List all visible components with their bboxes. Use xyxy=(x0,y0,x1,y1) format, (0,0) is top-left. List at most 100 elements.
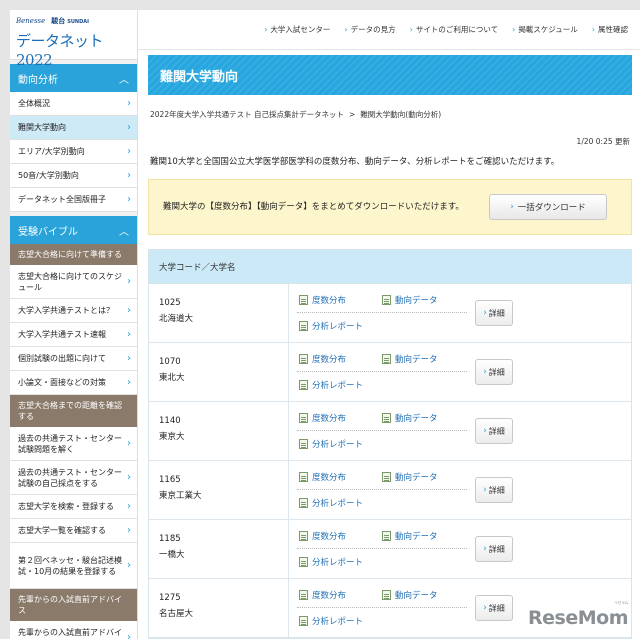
trend-data-link[interactable]: 動向データ xyxy=(382,589,438,601)
sidebar-item-booklet[interactable]: データネット全国版冊子 › xyxy=(10,188,137,212)
chevron-right-icon: › xyxy=(127,329,131,340)
distribution-link[interactable]: 度数分布 xyxy=(299,471,346,483)
chevron-right-icon: › xyxy=(127,377,131,388)
analysis-report-link[interactable]: 分析レポート xyxy=(299,379,363,391)
sidebar-item-top-universities[interactable]: 難関大学動向 › xyxy=(10,116,137,140)
document-icon xyxy=(299,413,308,423)
table-row: 1140 東京大 度数分布 動向データ 分析レポート › 詳細 xyxy=(149,402,631,461)
document-icon xyxy=(382,531,391,541)
nav-link-attributes[interactable]: › 属性確認 xyxy=(592,24,628,35)
distribution-link[interactable]: 度数分布 xyxy=(299,353,346,365)
document-icon xyxy=(382,413,391,423)
analysis-report-link[interactable]: 分析レポート xyxy=(299,615,363,627)
sidebar-item-test-bulletin[interactable]: 大学入学共通テスト速報 › xyxy=(10,323,137,347)
download-notice: 難関大学の【度数分布】【動向データ】をまとめてダウンロードいただけます。 › 一括… xyxy=(148,179,632,235)
breadcrumb: 2022年度大学入学共通テスト 自己採点集計データネット > 難関大学動向(動向分析… xyxy=(150,110,442,119)
chevron-up-icon: ︿ xyxy=(119,226,129,238)
document-icon xyxy=(299,472,308,482)
nav-link-schedule[interactable]: › 掲載スケジュール xyxy=(512,24,578,35)
nav-link-howto[interactable]: › データの見方 xyxy=(344,24,395,35)
sidebar-item-overview[interactable]: 全体概況 › xyxy=(10,92,137,116)
chevron-right-icon: › xyxy=(127,305,131,316)
logo-area[interactable]: Benesse 駿台 SUNDAI データネット2022 xyxy=(10,10,137,69)
sidebar-item-schedule[interactable]: 志望大合格に向けてのスケジュール › xyxy=(10,265,137,299)
nav-link-center[interactable]: › 大学入試センター xyxy=(264,24,330,35)
trend-data-link[interactable]: 動向データ xyxy=(382,294,438,306)
document-icon xyxy=(299,439,308,449)
detail-button[interactable]: › 詳細 xyxy=(475,477,513,503)
chevron-up-icon: ︿ xyxy=(119,74,129,86)
sidebar-item-past-tests[interactable]: 過去の共通テスト・センター試験問題を解く › xyxy=(10,427,137,461)
divider xyxy=(297,430,467,431)
chevron-right-icon: › xyxy=(483,485,487,495)
chevron-right-icon: › xyxy=(591,25,595,34)
trend-data-link[interactable]: 動向データ xyxy=(382,412,438,424)
table-row: 1025 北海道大 度数分布 動向データ 分析レポート › 詳細 xyxy=(149,284,631,343)
chevron-right-icon: › xyxy=(127,170,131,181)
sidebar-item-individual-exam[interactable]: 個別試験の出題に向けて › xyxy=(10,347,137,371)
university-cell: 1165 東京工業大 xyxy=(149,461,289,519)
trend-data-link[interactable]: 動向データ xyxy=(382,471,438,483)
university-code: 1025 xyxy=(159,298,181,308)
chevron-right-icon: › xyxy=(127,525,131,536)
chevron-right-icon: › xyxy=(483,426,487,436)
links-cell: 度数分布 動向データ 分析レポート › 詳細 xyxy=(289,402,631,460)
divider xyxy=(297,371,467,372)
document-icon xyxy=(299,295,308,305)
chevron-right-icon: › xyxy=(512,25,516,34)
sidebar-item-self-grade[interactable]: 過去の共通テスト・センター試験の自己採点をする › xyxy=(10,461,137,495)
trend-data-link[interactable]: 動向データ xyxy=(382,353,438,365)
university-name: 東京工業大 xyxy=(159,491,202,501)
document-icon xyxy=(299,557,308,567)
analysis-report-link[interactable]: 分析レポート xyxy=(299,438,363,450)
sidebar-item-list[interactable]: 志望大学一覧を確認する › xyxy=(10,519,137,543)
document-icon xyxy=(299,498,308,508)
table-header: 大学コード／大学名 xyxy=(149,250,631,284)
university-code: 1070 xyxy=(159,357,181,367)
sidebar-item-advice[interactable]: 先輩からの入試直前アドバイス› xyxy=(10,621,137,639)
sidebar-item-search-register[interactable]: 志望大学を検索・登録する › xyxy=(10,495,137,519)
detail-button[interactable]: › 詳細 xyxy=(475,359,513,385)
bulk-download-button[interactable]: › 一括ダウンロード xyxy=(489,194,607,220)
benesse-logo: Benesse xyxy=(16,17,46,25)
sidebar-item-common-test[interactable]: 大学入学共通テストとは？ › xyxy=(10,299,137,323)
university-name: 北海道大 xyxy=(159,314,194,324)
nav-link-usage[interactable]: › サイトのご利用について xyxy=(410,24,498,35)
detail-button[interactable]: › 詳細 xyxy=(475,418,513,444)
sidebar-group-prepare: 志望大合格に向けて準備する xyxy=(10,244,137,265)
university-cell: 1140 東京大 xyxy=(149,402,289,460)
sidebar-item-kana[interactable]: 50音/大学別動向 › xyxy=(10,164,137,188)
analysis-report-link[interactable]: 分析レポート xyxy=(299,320,363,332)
document-icon xyxy=(299,321,308,331)
breadcrumb-current: 難関大学動向(動向分析) xyxy=(360,110,442,119)
chevron-right-icon: › xyxy=(127,632,131,639)
document-icon xyxy=(382,295,391,305)
chevron-right-icon: › xyxy=(127,472,131,483)
distribution-link[interactable]: 度数分布 xyxy=(299,530,346,542)
chevron-right-icon: › xyxy=(264,25,268,34)
analysis-report-link[interactable]: 分析レポート xyxy=(299,556,363,568)
distribution-link[interactable]: 度数分布 xyxy=(299,589,346,601)
sidebar-item-mock-results[interactable]: 第２回ベネッセ・駿台記述模試・10月の結果を登録する › xyxy=(10,543,137,589)
university-code: 1185 xyxy=(159,534,181,544)
university-cell: 1070 東北大 xyxy=(149,343,289,401)
detail-button[interactable]: › 詳細 xyxy=(475,536,513,562)
detail-button[interactable]: › 詳細 xyxy=(475,595,513,621)
sidebar: Benesse 駿台 SUNDAI データネット2022 動向分析 ︿ 全体概況 › … xyxy=(10,10,138,639)
distribution-link[interactable]: 度数分布 xyxy=(299,294,346,306)
divider xyxy=(297,548,467,549)
detail-button[interactable]: › 詳細 xyxy=(475,300,513,326)
university-cell: 1185 一橋大 xyxy=(149,520,289,578)
document-icon xyxy=(299,354,308,364)
trend-data-link[interactable]: 動向データ xyxy=(382,530,438,542)
sidebar-item-essay[interactable]: 小論文・面接などの対策 › xyxy=(10,371,137,395)
document-icon xyxy=(299,616,308,626)
breadcrumb-parent[interactable]: 2022年度大学入学共通テスト 自己採点集計データネット xyxy=(150,110,344,119)
document-icon xyxy=(382,472,391,482)
sidebar-item-area[interactable]: エリア/大学別動向 › xyxy=(10,140,137,164)
distribution-link[interactable]: 度数分布 xyxy=(299,412,346,424)
analysis-report-link[interactable]: 分析レポート xyxy=(299,497,363,509)
chevron-right-icon: › xyxy=(344,25,348,34)
sidebar-section-bible[interactable]: 受験バイブル ︿ xyxy=(10,216,137,244)
chevron-right-icon: › xyxy=(483,603,487,613)
